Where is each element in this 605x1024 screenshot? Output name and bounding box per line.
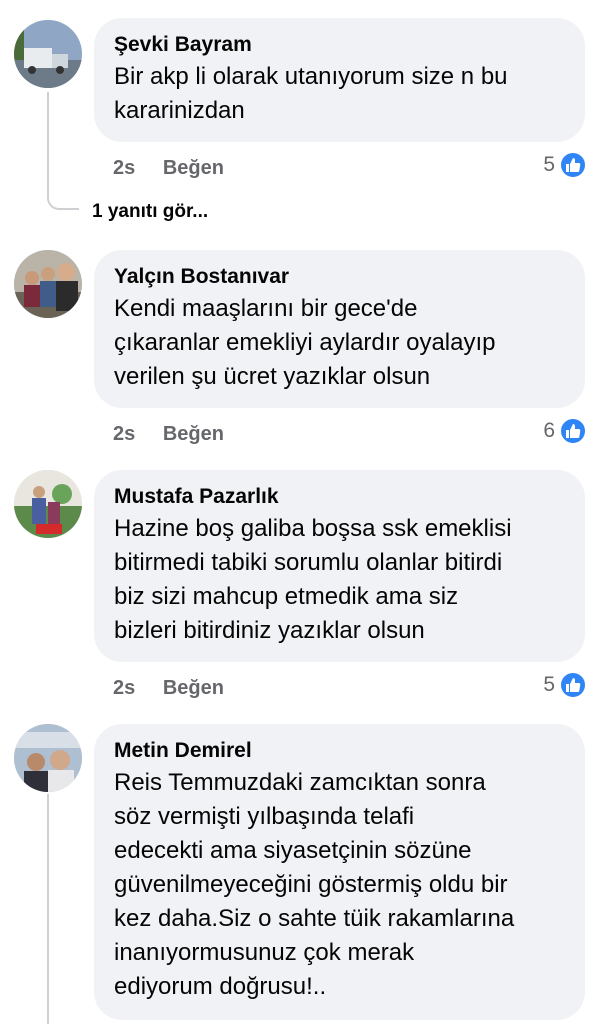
like-button[interactable]: Beğen <box>163 677 224 699</box>
comment-text: Bir akp li olarak utanıyorum size n bu k… <box>114 63 508 124</box>
thread-line <box>47 92 49 192</box>
comment-text: Hazine boş galiba boşsa ssk emeklisi bit… <box>114 515 512 644</box>
avatar[interactable] <box>14 20 82 88</box>
comment-bubble: Mustafa Pazarlık Hazine boş galiba boşsa… <box>94 470 585 662</box>
comment-author[interactable]: Metin Demirel <box>114 738 565 764</box>
like-count: 6 <box>543 419 555 442</box>
view-replies-link[interactable]: 1 yanıtı gör... <box>92 201 208 223</box>
reaction-count[interactable]: 5 <box>543 151 587 179</box>
thumbs-up-icon <box>559 417 587 445</box>
like-count: 5 <box>543 153 555 176</box>
comment-text: Kendi maaşlarını bir gece'de çıkaranlar … <box>114 295 496 390</box>
comment-time[interactable]: 2s <box>113 157 135 179</box>
comment-bubble: Yalçın Bostanıvar Kendi maaşlarını bir g… <box>94 250 585 408</box>
comment-bubble: Şevki Bayram Bir akp li olarak utanıyoru… <box>94 18 585 142</box>
comment-time[interactable]: 2s <box>113 677 135 699</box>
comment-actions: 2s Beğen <box>113 423 224 446</box>
thread-line <box>47 794 49 1024</box>
avatar[interactable] <box>14 250 82 318</box>
like-button[interactable]: Beğen <box>163 423 224 445</box>
avatar[interactable] <box>14 724 82 792</box>
comment-text: Reis Temmuzdaki zamcıktan sonra söz verm… <box>114 769 515 1000</box>
thread-connector <box>47 192 79 210</box>
like-count: 5 <box>543 673 555 696</box>
reaction-count[interactable]: 6 <box>543 417 587 445</box>
comment-actions: 2s Beğen <box>113 677 224 700</box>
comment-author[interactable]: Mustafa Pazarlık <box>114 484 565 510</box>
comment-time[interactable]: 2s <box>113 423 135 445</box>
thumbs-up-icon <box>559 151 587 179</box>
comment-actions: 2s Beğen <box>113 157 224 180</box>
thumbs-up-icon <box>559 671 587 699</box>
avatar[interactable] <box>14 470 82 538</box>
comment-author[interactable]: Yalçın Bostanıvar <box>114 264 565 290</box>
reaction-count[interactable]: 5 <box>543 671 587 699</box>
comment-author[interactable]: Şevki Bayram <box>114 32 565 58</box>
like-button[interactable]: Beğen <box>163 157 224 179</box>
comment-bubble: Metin Demirel Reis Temmuzdaki zamcıktan … <box>94 724 585 1020</box>
